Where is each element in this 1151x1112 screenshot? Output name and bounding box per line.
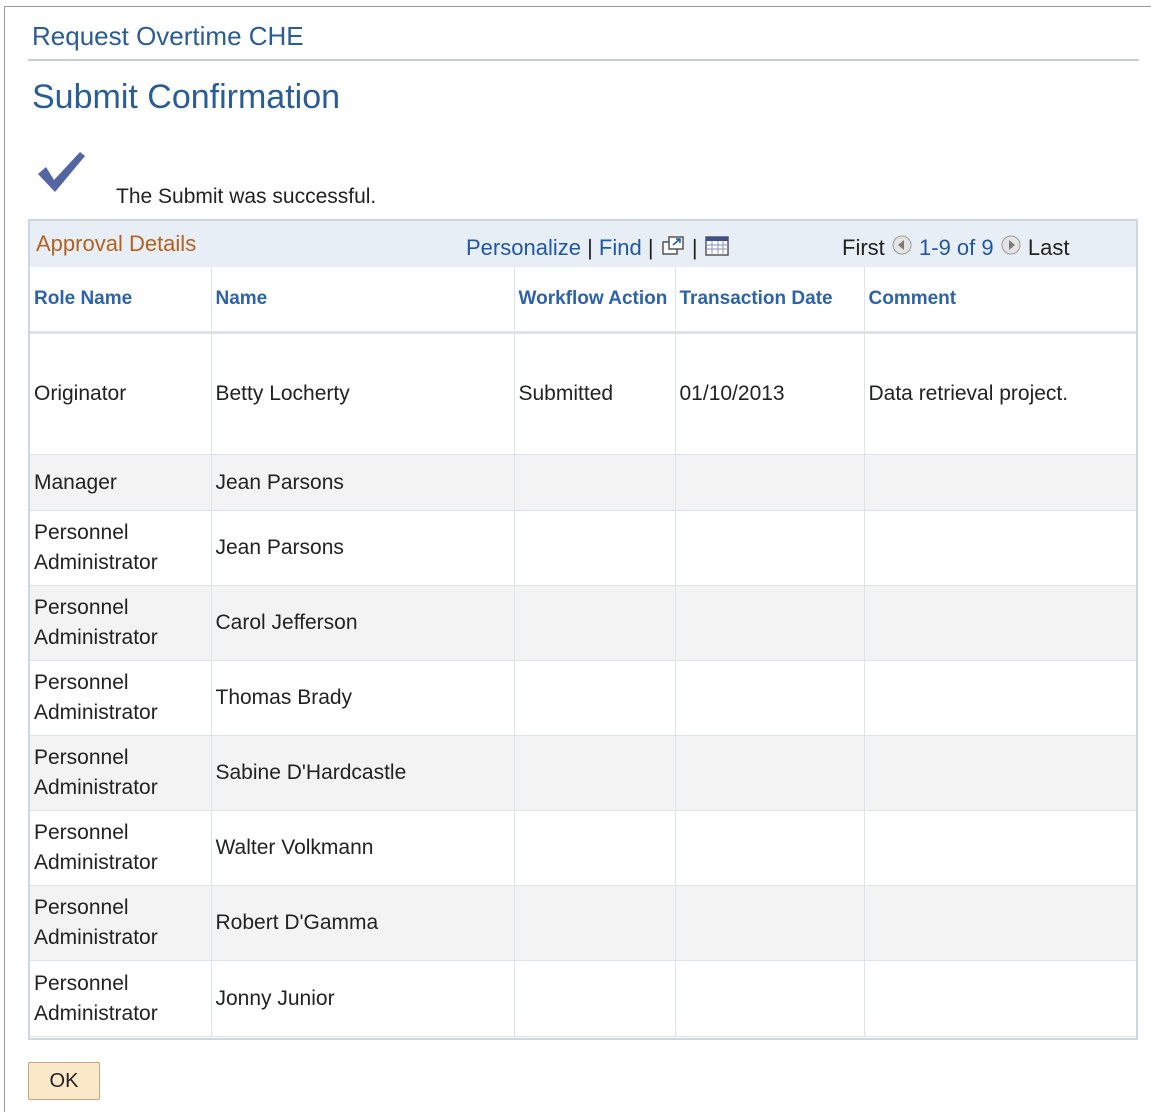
workflow-action-cell — [514, 660, 676, 736]
comment-cell — [864, 510, 1136, 586]
role-cell: Personnel Administrator — [30, 810, 212, 886]
name-cell: Sabine D'Hardcastle — [211, 735, 515, 811]
role-cell: Personnel Administrator — [30, 510, 212, 586]
transaction-date-cell — [675, 660, 865, 736]
comment-cell — [864, 960, 1136, 1037]
transaction-date-cell — [675, 810, 865, 886]
workflow-action-cell — [514, 510, 676, 586]
workflow-action-cell — [514, 454, 676, 511]
name-cell: Thomas Brady — [211, 660, 515, 736]
first-label: First — [842, 235, 885, 260]
workflow-action-cell — [514, 885, 676, 961]
table-row: Originator Betty Locherty Submitted 01/1… — [30, 332, 1136, 455]
transaction-date-cell — [675, 585, 865, 661]
comment-cell — [864, 454, 1136, 511]
table-row: Personnel Administrator Thomas Brady — [30, 660, 1136, 736]
success-message: The Submit was successful. — [116, 185, 377, 208]
toolbar-separator: | — [647, 235, 654, 260]
column-header-role-name[interactable]: Role Name — [30, 267, 212, 334]
column-header-workflow-action[interactable]: Workflow Action — [514, 267, 676, 334]
table-row: Personnel Administrator Jonny Junior — [30, 960, 1136, 1037]
ok-button[interactable]: OK — [28, 1062, 100, 1100]
grid-header-bar: Approval Details Personalize | Find | | … — [30, 221, 1136, 268]
workflow-action-cell — [514, 585, 676, 661]
previous-page-icon[interactable] — [891, 235, 913, 257]
name-cell: Jean Parsons — [211, 510, 515, 586]
column-header-comment[interactable]: Comment — [864, 267, 1136, 334]
comment-cell — [864, 885, 1136, 961]
approval-details-grid: Approval Details Personalize | Find | | … — [28, 219, 1138, 1040]
name-cell: Jean Parsons — [211, 454, 515, 511]
role-cell: Personnel Administrator — [30, 885, 212, 961]
role-cell: Personnel Administrator — [30, 960, 212, 1037]
workflow-action-cell: Submitted — [514, 332, 676, 455]
toolbar-separator: | — [587, 235, 593, 260]
title-divider — [28, 59, 1139, 61]
column-header-name[interactable]: Name — [211, 267, 515, 334]
page-range: 1-9 of 9 — [919, 235, 994, 260]
workflow-action-cell — [514, 735, 676, 811]
transaction-date-cell: 01/10/2013 — [675, 332, 865, 455]
comment-cell — [864, 660, 1136, 736]
transaction-date-cell — [675, 510, 865, 586]
role-cell: Personnel Administrator — [30, 735, 212, 811]
table-row: Personnel Administrator Robert D'Gamma — [30, 885, 1136, 961]
workflow-action-cell — [514, 960, 676, 1037]
transaction-date-cell — [675, 735, 865, 811]
role-cell: Personnel Administrator — [30, 660, 212, 736]
table-row: Personnel Administrator Sabine D'Hardcas… — [30, 735, 1136, 811]
last-label: Last — [1027, 235, 1070, 260]
transaction-date-cell — [675, 454, 865, 511]
transaction-date-cell — [675, 960, 865, 1037]
toolbar-separator: | — [691, 235, 698, 260]
comment-cell — [864, 810, 1136, 886]
comment-cell — [864, 585, 1136, 661]
table-row: Manager Jean Parsons — [30, 454, 1136, 511]
column-header-transaction-date[interactable]: Transaction Date — [675, 267, 865, 334]
page-title: Submit Confirmation — [32, 78, 341, 116]
app-title: Request Overtime CHE — [32, 21, 304, 51]
grid-pagination: First 1-9 of 9 Last — [842, 235, 1069, 261]
workflow-action-cell — [514, 810, 676, 886]
table-row: Personnel Administrator Walter Volkmann — [30, 810, 1136, 886]
name-cell: Walter Volkmann — [211, 810, 515, 886]
role-cell: Manager — [30, 454, 212, 511]
grid-title: Approval Details — [36, 231, 197, 256]
checkmark-icon — [38, 152, 85, 192]
grid-toolbar: Personalize | Find | | — [466, 235, 730, 261]
comment-cell: Data retrieval project. — [864, 332, 1136, 455]
table-row: Personnel Administrator Carol Jefferson — [30, 585, 1136, 661]
name-cell: Jonny Junior — [211, 960, 515, 1037]
spreadsheet-icon[interactable] — [704, 235, 730, 257]
name-cell: Betty Locherty — [211, 332, 515, 455]
find-link[interactable]: Find — [599, 235, 642, 260]
personalize-link[interactable]: Personalize — [466, 235, 581, 260]
comment-cell — [864, 735, 1136, 811]
name-cell: Robert D'Gamma — [211, 885, 515, 961]
approval-table: Role Name Name Workflow Action Transacti… — [30, 267, 1136, 1037]
table-header-row: Role Name Name Workflow Action Transacti… — [30, 267, 1136, 334]
name-cell: Carol Jefferson — [211, 585, 515, 661]
role-cell: Originator — [30, 332, 212, 455]
table-row: Personnel Administrator Jean Parsons — [30, 510, 1136, 586]
new-window-icon[interactable] — [660, 235, 686, 257]
transaction-date-cell — [675, 885, 865, 961]
role-cell: Personnel Administrator — [30, 585, 212, 661]
next-page-icon[interactable] — [1000, 235, 1022, 257]
